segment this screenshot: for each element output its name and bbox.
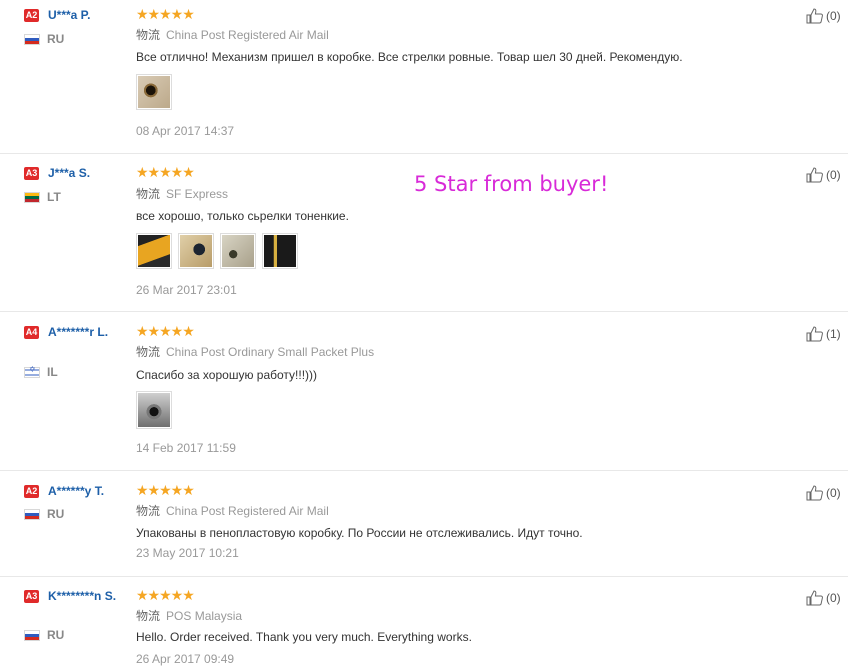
- logistics-label: 物流: [136, 504, 161, 518]
- star-rating: ★★★★★: [136, 165, 195, 181]
- flag-icon: [24, 33, 40, 45]
- review-text: Упакованы в пенопластовую коробку. По Ро…: [136, 526, 583, 540]
- logistics-method: SF Express: [166, 187, 229, 201]
- review-photo-thumbnail[interactable]: [262, 233, 298, 269]
- buyer-name[interactable]: A*******r L.: [24, 324, 128, 340]
- buyer-name[interactable]: K********n S.: [24, 588, 128, 604]
- photo-image: [138, 235, 170, 267]
- thumbs-up-icon: [806, 167, 823, 183]
- thumbs-up-icon: [806, 590, 823, 606]
- star-rating: ★★★★★: [136, 7, 195, 23]
- buyer-country: RU: [24, 628, 64, 642]
- helpful-button[interactable]: (0): [806, 485, 841, 501]
- helpful-button[interactable]: (1): [806, 326, 841, 342]
- star-rating: ★★★★★: [136, 483, 195, 499]
- helpful-count: (0): [826, 591, 841, 605]
- promo-overlay-text: 5 Star from buyer!: [414, 172, 609, 196]
- buyer-name[interactable]: J***a S.: [48, 165, 128, 181]
- logistics-method: China Post Ordinary Small Packet Plus: [166, 345, 375, 359]
- buyer-level-badge: A2: [24, 485, 39, 498]
- logistics-info: 物流 SF Express: [136, 186, 228, 202]
- buyer-name[interactable]: A******y T.: [48, 483, 128, 499]
- review-date: 26 Mar 2017 23:01: [136, 283, 237, 297]
- review-photos: [136, 233, 298, 269]
- helpful-count: (1): [826, 327, 841, 341]
- review-text: Все отлично! Механизм пришел в коробке. …: [136, 50, 683, 64]
- country-code: RU: [47, 507, 65, 521]
- buyer-country: RU: [24, 507, 64, 521]
- star-rating: ★★★★★: [136, 588, 195, 604]
- logistics-info: 物流 China Post Registered Air Mail: [136, 27, 329, 43]
- review-date: 14 Feb 2017 11:59: [136, 441, 236, 455]
- thumbs-up-icon: [806, 8, 823, 24]
- review-photo-thumbnail[interactable]: [220, 233, 256, 269]
- logistics-label: 物流: [136, 187, 161, 201]
- review-item: A4 A*******r L. IL ★★★★★ 物流China Post Or…: [0, 312, 848, 471]
- review-date: 23 May 2017 10:21: [136, 546, 239, 560]
- helpful-count: (0): [826, 168, 841, 182]
- review-item: A2 U***a P. RU ★★★★★ 物流 China Post Regist…: [0, 0, 848, 154]
- flag-icon: [24, 365, 40, 378]
- logistics-method: China Post Registered Air Mail: [166, 504, 329, 518]
- review-photo-thumbnail[interactable]: [136, 74, 172, 110]
- photo-image: [222, 235, 254, 267]
- helpful-button[interactable]: (0): [806, 590, 841, 606]
- buyer-level-badge: A2: [24, 9, 39, 22]
- buyer-country: IL: [24, 365, 58, 379]
- review-item: A3 K********n S. RU ★★★★★ 物流 POS Malaysia…: [0, 577, 848, 667]
- helpful-count: (0): [826, 486, 841, 500]
- logistics-info: 物流 POS Malaysia: [136, 608, 242, 624]
- review-text: Спасибо за хорошую работу!!!))): [136, 368, 318, 382]
- helpful-button[interactable]: (0): [806, 8, 841, 24]
- star-rating: ★★★★★: [136, 324, 195, 340]
- buyer-level-badge: A3: [24, 167, 39, 180]
- helpful-button[interactable]: (0): [806, 167, 841, 183]
- logistics-method: China Post Registered Air Mail: [166, 28, 329, 42]
- logistics-info: 物流 China Post Ordinary Small Packet Plus: [136, 344, 374, 360]
- thumbs-up-icon: [806, 485, 823, 501]
- country-code: LT: [47, 190, 61, 204]
- review-photos: [136, 391, 172, 429]
- review-date: 26 Apr 2017 09:49: [136, 652, 235, 666]
- review-text: все хорошо, только сьрелки тоненкие.: [136, 209, 349, 223]
- review-item: A2 A******y T. RU ★★★★★ 物流 China Post Reg…: [0, 471, 848, 577]
- photo-image: [138, 76, 170, 108]
- review-date: 08 Apr 2017 14:37: [136, 124, 235, 138]
- buyer-country: RU: [24, 32, 64, 46]
- buyer-name[interactable]: U***a P.: [48, 7, 128, 23]
- review-photos: [136, 74, 172, 110]
- helpful-count: (0): [826, 9, 841, 23]
- review-photo-thumbnail[interactable]: [136, 233, 172, 269]
- review-photo-thumbnail[interactable]: [136, 391, 172, 429]
- flag-icon: [24, 508, 40, 520]
- logistics-label: 物流: [136, 609, 161, 623]
- flag-icon: [24, 191, 40, 203]
- logistics-label: 物流: [136, 345, 161, 359]
- country-code: RU: [47, 32, 65, 46]
- buyer-country: LT: [24, 190, 61, 204]
- photo-image: [264, 235, 296, 267]
- logistics-label: 物流: [136, 28, 161, 42]
- photo-image: [180, 235, 212, 267]
- logistics-info: 物流 China Post Registered Air Mail: [136, 503, 329, 519]
- country-code: RU: [47, 628, 65, 642]
- photo-image: [138, 393, 170, 427]
- review-photo-thumbnail[interactable]: [178, 233, 214, 269]
- logistics-method: POS Malaysia: [166, 609, 243, 623]
- review-text: Hello. Order received. Thank you very mu…: [136, 630, 472, 644]
- flag-icon: [24, 629, 40, 641]
- thumbs-up-icon: [806, 326, 823, 342]
- country-code: IL: [47, 365, 58, 379]
